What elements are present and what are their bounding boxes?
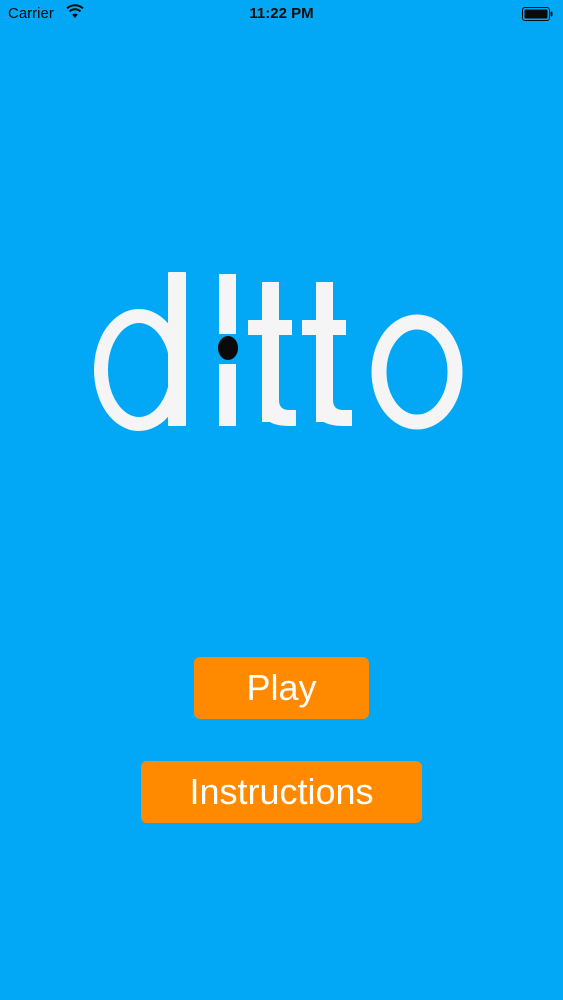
battery-icon — [522, 7, 553, 21]
logo-letter-o — [371, 314, 463, 430]
status-bar: Carrier 11:22 PM — [0, 0, 563, 30]
instructions-button[interactable]: Instructions — [141, 761, 422, 823]
status-time: 11:22 PM — [249, 5, 314, 22]
logo-letter-t2 — [302, 282, 352, 426]
play-button[interactable]: Play — [194, 657, 369, 719]
logo-letter-i — [218, 274, 238, 426]
ditto-logo — [94, 272, 463, 431]
logo-letter-d — [94, 272, 186, 431]
logo-letter-t1 — [248, 282, 296, 426]
logo-dot — [218, 336, 238, 360]
